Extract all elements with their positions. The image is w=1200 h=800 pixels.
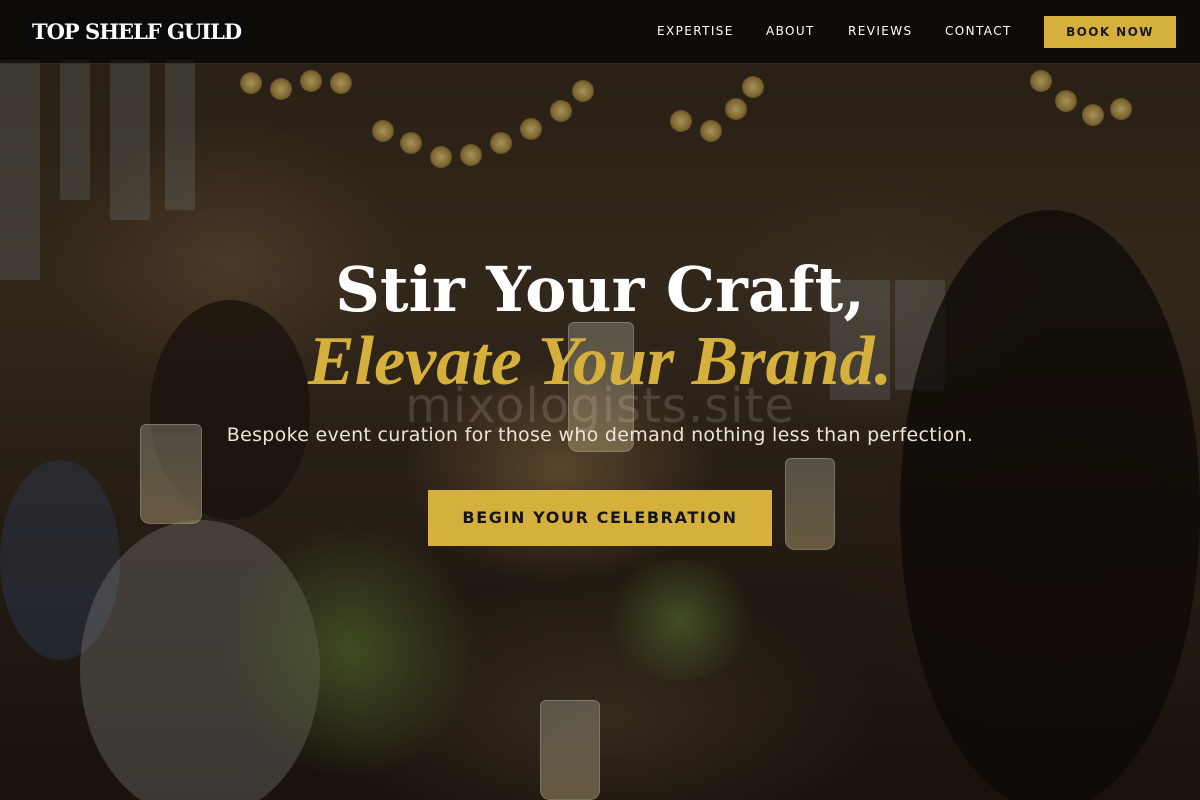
- nav-link-reviews[interactable]: REVIEWS: [848, 24, 913, 38]
- site-header: TOP SHELF GUILD EXPERTISE ABOUT REVIEWS …: [0, 0, 1200, 64]
- site-logo[interactable]: TOP SHELF GUILD: [24, 15, 250, 49]
- hero-headline-line1: Stir Your Craft,: [335, 253, 865, 326]
- nav-link-contact[interactable]: CONTACT: [945, 24, 1012, 38]
- book-now-button[interactable]: BOOK NOW: [1044, 16, 1176, 48]
- nav-link-about[interactable]: ABOUT: [766, 24, 815, 38]
- begin-celebration-button[interactable]: BEGIN YOUR CELEBRATION: [428, 490, 772, 546]
- hero-subtitle: Bespoke event curation for those who dem…: [226, 424, 974, 446]
- nav-link-expertise[interactable]: EXPERTISE: [657, 24, 734, 38]
